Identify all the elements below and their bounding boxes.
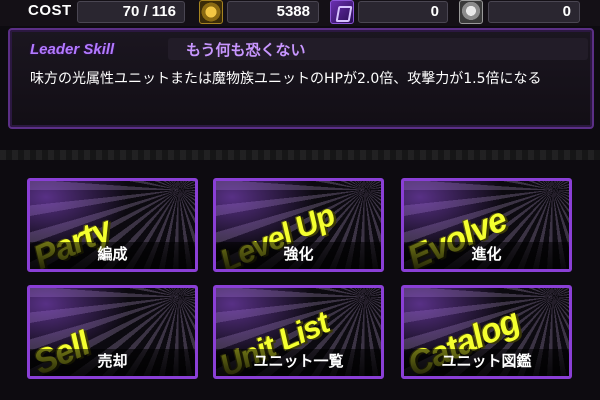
evolve-label: 進化	[471, 245, 502, 263]
unit-list-label: ユニット一覧	[253, 352, 344, 370]
gold-coin-icon	[199, 0, 223, 24]
party-button[interactable]: Party 編成	[27, 178, 198, 272]
divider	[0, 150, 600, 160]
sell-button[interactable]: Sell 売却	[27, 285, 198, 379]
sell-label: 売却	[97, 352, 128, 370]
grey-medal-value: 0	[488, 1, 580, 23]
level-up-button[interactable]: Level Up 強化	[213, 178, 384, 272]
grey-medal-icon	[459, 0, 483, 24]
skill-name: もう何も恐くない	[186, 41, 306, 59]
catalog-button[interactable]: Catalog ユニット図鑑	[401, 285, 572, 379]
purple-item-icon	[330, 0, 354, 24]
catalog-label: ユニット図鑑	[441, 352, 532, 370]
purple-item-value: 0	[358, 1, 448, 23]
cost-label: COST	[28, 2, 72, 19]
level-up-label: 強化	[283, 245, 314, 263]
leader-skill-panel: Leader Skill もう何も恐くない 味方の光属性ユニットまたは魔物族ユニ…	[8, 28, 594, 129]
gold-value: 5388	[227, 1, 319, 23]
evolve-button[interactable]: Evolve 進化	[401, 178, 572, 272]
skill-name-box: もう何も恐くない	[168, 38, 588, 60]
cost-value: 70 / 116	[77, 1, 185, 23]
stats-bar: COST 70 / 116 5388 0 0	[0, 0, 600, 26]
skill-description: 味方の光属性ユニットまたは魔物族ユニットのHPが2.0倍、攻撃力が1.5倍になる	[30, 71, 542, 87]
unit-list-button[interactable]: Unit List ユニット一覧	[213, 285, 384, 379]
leader-skill-title: Leader Skill	[30, 41, 115, 58]
party-label: 編成	[97, 245, 128, 263]
